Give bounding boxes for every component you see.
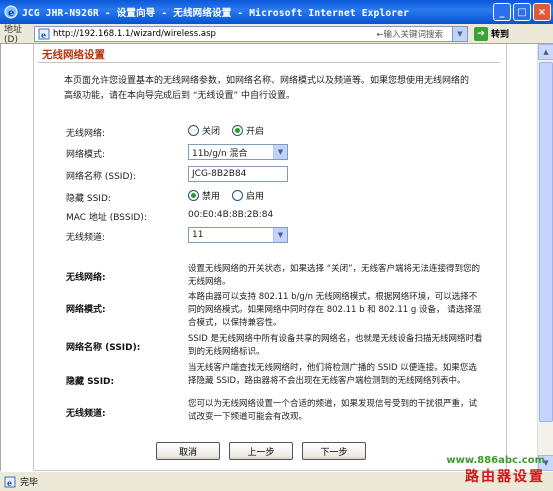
hide-ssid-enable-label: 启用 [246, 192, 265, 202]
channel-label: 无线频道: [66, 233, 106, 243]
address-dropdown-icon[interactable]: ▼ [452, 26, 467, 41]
channel-value: 11 [192, 230, 204, 240]
go-arrow-icon: ➔ [474, 26, 488, 41]
minimize-button[interactable]: _ [493, 3, 511, 21]
wireless-on-radio[interactable] [232, 125, 244, 136]
wireless-settings-panel: 无线网络设置 本页面允许您设置基本的无线网络参数，如网络名称、网络模式以及频道等… [33, 44, 507, 471]
wireless-off-radio[interactable] [188, 125, 199, 136]
hide-ssid-enable-option[interactable]: 启用 [232, 189, 264, 202]
wireless-off-label: 关闭 [202, 127, 221, 137]
search-hint: ←输入关键词搜索 [376, 29, 443, 40]
chevron-down-icon: ▼ [273, 145, 287, 159]
hide-ssid-disable-radio[interactable] [188, 190, 199, 201]
go-label: 转到 [491, 30, 510, 40]
hide-ssid-disable-label: 禁用 [202, 192, 221, 202]
help-label-wireless: 无线网络: [66, 273, 106, 283]
page-done-icon: e [4, 476, 16, 488]
previous-button[interactable]: 上一步 [229, 442, 293, 460]
watermark-name: 路由器设置 [465, 469, 545, 485]
wireless-on-option[interactable]: 开启 [232, 124, 264, 137]
svg-text:e: e [7, 478, 12, 488]
page-viewport: 无线网络设置 本页面允许您设置基本的无线网络参数，如网络名称、网络模式以及频道等… [0, 44, 553, 471]
channel-select[interactable]: 11 ▼ [188, 227, 288, 243]
window-titlebar: e JCG JHR-N926R - 设置向导 - 无线网络设置 - Micros… [0, 0, 553, 24]
mac-value: 00:E0:4B:8B:2B:84 [188, 210, 274, 220]
help-text-hide-ssid: 当无线客户端查找无线网络时，他们将检测广播的 SSID 以便连接。如果您选择隐藏… [188, 363, 477, 386]
scroll-up-icon[interactable]: ▲ [538, 44, 553, 60]
next-button[interactable]: 下一步 [302, 442, 366, 460]
panel-title: 无线网络设置 [42, 49, 105, 61]
hide-ssid-radio-group: 禁用 启用 [188, 189, 276, 202]
wireless-radio-group: 关闭 开启 [188, 124, 276, 137]
ie-logo-icon: e [4, 5, 18, 19]
help-text-ssid: SSID 是无线网络中所有设备共享的网络名，也就是无线设备扫描无线网络时看到的无… [188, 334, 483, 357]
cancel-button[interactable]: 取消 [156, 442, 220, 460]
window-title: JCG JHR-N926R - 设置向导 - 无线网络设置 - Microsof… [22, 8, 410, 19]
mode-label: 网络模式: [66, 150, 106, 160]
address-label: 地址(D) [4, 25, 23, 45]
address-input[interactable]: e http://192.168.1.1/wizard/wireless.asp… [34, 25, 468, 42]
go-button[interactable]: ➔ 转到 [474, 26, 510, 41]
hide-ssid-label: 隐藏 SSID: [66, 194, 111, 204]
watermark-url: www.886abc.com [446, 455, 545, 466]
scroll-thumb[interactable] [539, 62, 553, 422]
divider [38, 62, 500, 63]
hide-ssid-disable-option[interactable]: 禁用 [188, 189, 220, 202]
help-label-ssid: 网络名称 (SSID): [66, 343, 141, 353]
site-watermark: www.886abc.com 路由器设置 [446, 455, 545, 486]
close-button[interactable]: × [533, 3, 551, 21]
address-url: http://192.168.1.1/wizard/wireless.asp [53, 28, 216, 39]
help-label-hide-ssid: 隐藏 SSID: [66, 377, 115, 387]
help-label-mode: 网络模式: [66, 305, 106, 315]
status-text: 完毕 [20, 478, 39, 488]
page-icon: e [38, 28, 50, 40]
hide-ssid-enable-radio[interactable] [232, 190, 244, 201]
ssid-label: 网络名称 (SSID): [66, 172, 136, 182]
wireless-label: 无线网络: [66, 129, 106, 139]
help-text-mode: 本路由器可以支持 802.11 b/g/n 无线网络模式，根据网络环境，可以选择… [188, 292, 482, 328]
svg-text:e: e [41, 30, 46, 40]
ssid-input[interactable]: JCG-8B2B84 [188, 166, 288, 182]
vertical-scrollbar[interactable]: ▲ ▼ [537, 44, 553, 471]
help-label-channel: 无线频道: [66, 409, 106, 419]
help-text-channel: 您可以为无线网络设置一个合适的频道，如果发现信号受到的干扰很严重，试试改变一下频… [188, 399, 478, 422]
help-text-wireless: 设置无线网络的开关状态，如果选择 “关闭”，无线客户端将无法连接得到您的无线网络… [188, 264, 481, 287]
chevron-down-icon: ▼ [273, 228, 287, 242]
intro-text: 本页面允许您设置基本的无线网络参数，如网络名称、网络模式以及频道等。如果您想使用… [64, 76, 470, 101]
mode-value: 11b/g/n 混合 [192, 148, 248, 159]
wireless-off-option[interactable]: 关闭 [188, 124, 220, 137]
svg-text:e: e [8, 8, 14, 19]
address-bar: 地址(D) e http://192.168.1.1/wizard/wirele… [0, 24, 553, 45]
mode-select[interactable]: 11b/g/n 混合 ▼ [188, 144, 288, 160]
wireless-on-label: 开启 [246, 127, 265, 137]
maximize-button[interactable]: □ [513, 3, 531, 21]
mac-label: MAC 地址 (BSSID): [66, 213, 147, 223]
